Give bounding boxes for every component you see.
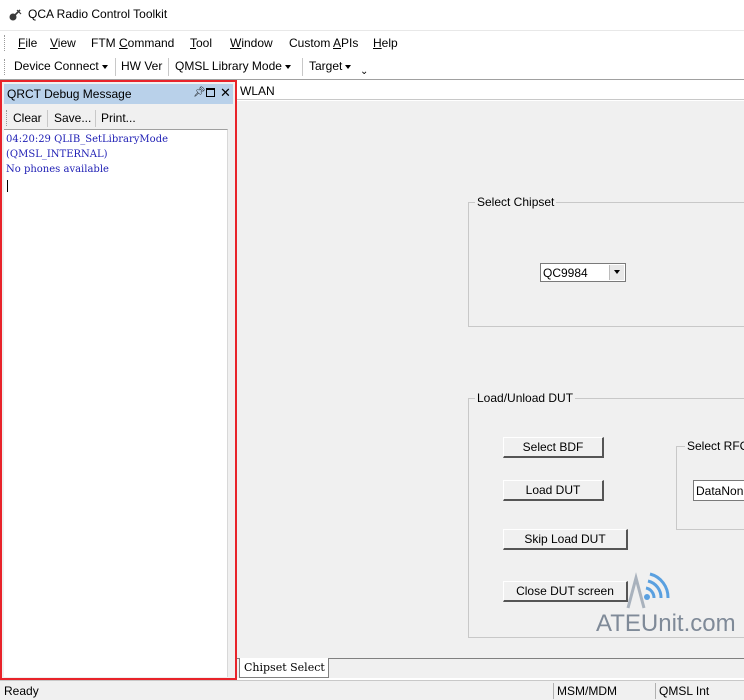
maximize-icon[interactable] — [206, 88, 215, 97]
clear-button[interactable]: Clear — [13, 111, 42, 125]
select-rf-label: Select RFC — [685, 439, 744, 453]
skip-load-dut-button[interactable]: Skip Load DUT — [503, 529, 628, 550]
toolbar-overflow-icon[interactable]: ⌄ — [360, 66, 368, 77]
status-ready: Ready — [4, 684, 39, 698]
select-chipset-group: Select Chipset QC9984 — [468, 195, 744, 327]
app-icon — [9, 9, 22, 21]
menu-help[interactable]: Help — [373, 36, 398, 50]
toolbar-separator — [115, 58, 116, 76]
chevron-down-icon — [101, 64, 108, 69]
qmsl-library-mode-button[interactable]: QMSL Library Mode — [175, 59, 291, 73]
menubar-grip — [4, 35, 7, 51]
select-rf-group: Select RFC DataNon — [676, 439, 744, 530]
debug-message-panel: QRCT Debug Message 📌︎ ✕ Clear Save... Pr… — [0, 80, 237, 680]
select-chipset-label: Select Chipset — [475, 195, 557, 209]
hw-ver-button[interactable]: HW Ver — [121, 59, 162, 73]
status-separator — [553, 683, 554, 699]
menu-window[interactable]: Window — [230, 36, 273, 50]
menu-file[interactable]: File — [18, 36, 37, 50]
chipset-select[interactable]: QC9984 — [540, 263, 626, 282]
debug-toolbar-separator — [47, 110, 48, 127]
debug-toolbar-separator — [95, 110, 96, 127]
debug-toolbar: Clear Save... Print... — [4, 106, 233, 130]
status-bar: Ready MSM/MDM QMSL Int — [0, 680, 744, 700]
window-title: QCA Radio Control Toolkit — [28, 7, 168, 21]
log-line: (QMSL_INTERNAL) — [6, 149, 108, 160]
wifi-signal-icon — [626, 572, 670, 609]
menu-ftm-command[interactable]: FTM Command — [91, 36, 174, 50]
menu-custom-apis[interactable]: Custom APIs — [289, 36, 358, 50]
log-line: No phones available — [6, 164, 109, 175]
close-icon[interactable]: ✕ — [220, 85, 231, 101]
menu-view[interactable]: View — [50, 36, 76, 50]
debug-panel-titlebar: QRCT Debug Message 📌︎ ✕ — [4, 84, 233, 104]
toolbar-separator — [302, 58, 303, 76]
dropdown-arrow-icon[interactable] — [609, 265, 624, 280]
status-msm: MSM/MDM — [557, 684, 617, 698]
tab-chipset-select-label: Chipset Select — [244, 661, 325, 674]
pin-icon[interactable]: 📌︎ — [193, 87, 206, 98]
debug-log-area[interactable]: 04:20:29 QLIB_SetLibraryMode (QMSL_INTER… — [4, 129, 228, 677]
chevron-down-icon — [284, 64, 291, 69]
save-button[interactable]: Save... — [54, 111, 91, 125]
load-unload-dut-label: Load/Unload DUT — [475, 391, 576, 405]
print-button[interactable]: Print... — [101, 111, 136, 125]
toolbar-grip — [4, 59, 7, 75]
watermark: ATEUnit.com — [596, 570, 744, 642]
status-qmsl: QMSL Int — [659, 684, 710, 698]
wlan-window-title: WLAN — [240, 84, 275, 98]
chevron-down-icon — [345, 64, 352, 69]
toolbar-separator — [168, 58, 169, 76]
debug-toolbar-grip — [6, 110, 9, 126]
menu-bar: File View FTM Command Tool Window Custom… — [0, 30, 744, 54]
toolbar: Device Connect HW Ver QMSL Library Mode … — [0, 55, 744, 80]
status-separator — [655, 683, 656, 699]
wlan-window-header: WLAN — [237, 82, 744, 100]
menu-tool[interactable]: Tool — [190, 36, 212, 50]
log-line: 04:20:29 QLIB_SetLibraryMode — [6, 134, 169, 145]
watermark-text: ATEUnit.com — [596, 610, 736, 637]
target-button[interactable]: Target — [309, 59, 352, 73]
rf-select-value: DataNon — [696, 484, 744, 498]
select-bdf-button[interactable]: Select BDF — [503, 437, 604, 458]
text-cursor — [7, 180, 8, 192]
title-bar: QCA Radio Control Toolkit — [0, 0, 744, 30]
tab-chipset-select[interactable]: Chipset Select — [239, 658, 329, 678]
rf-select-field[interactable]: DataNon — [693, 480, 744, 501]
bottom-tab-strip: Chipset Select — [237, 658, 744, 678]
chipset-select-value: QC9984 — [543, 266, 588, 280]
load-dut-button[interactable]: Load DUT — [503, 480, 604, 501]
debug-panel-title: QRCT Debug Message — [7, 87, 132, 101]
device-connect-button[interactable]: Device Connect — [14, 59, 108, 73]
